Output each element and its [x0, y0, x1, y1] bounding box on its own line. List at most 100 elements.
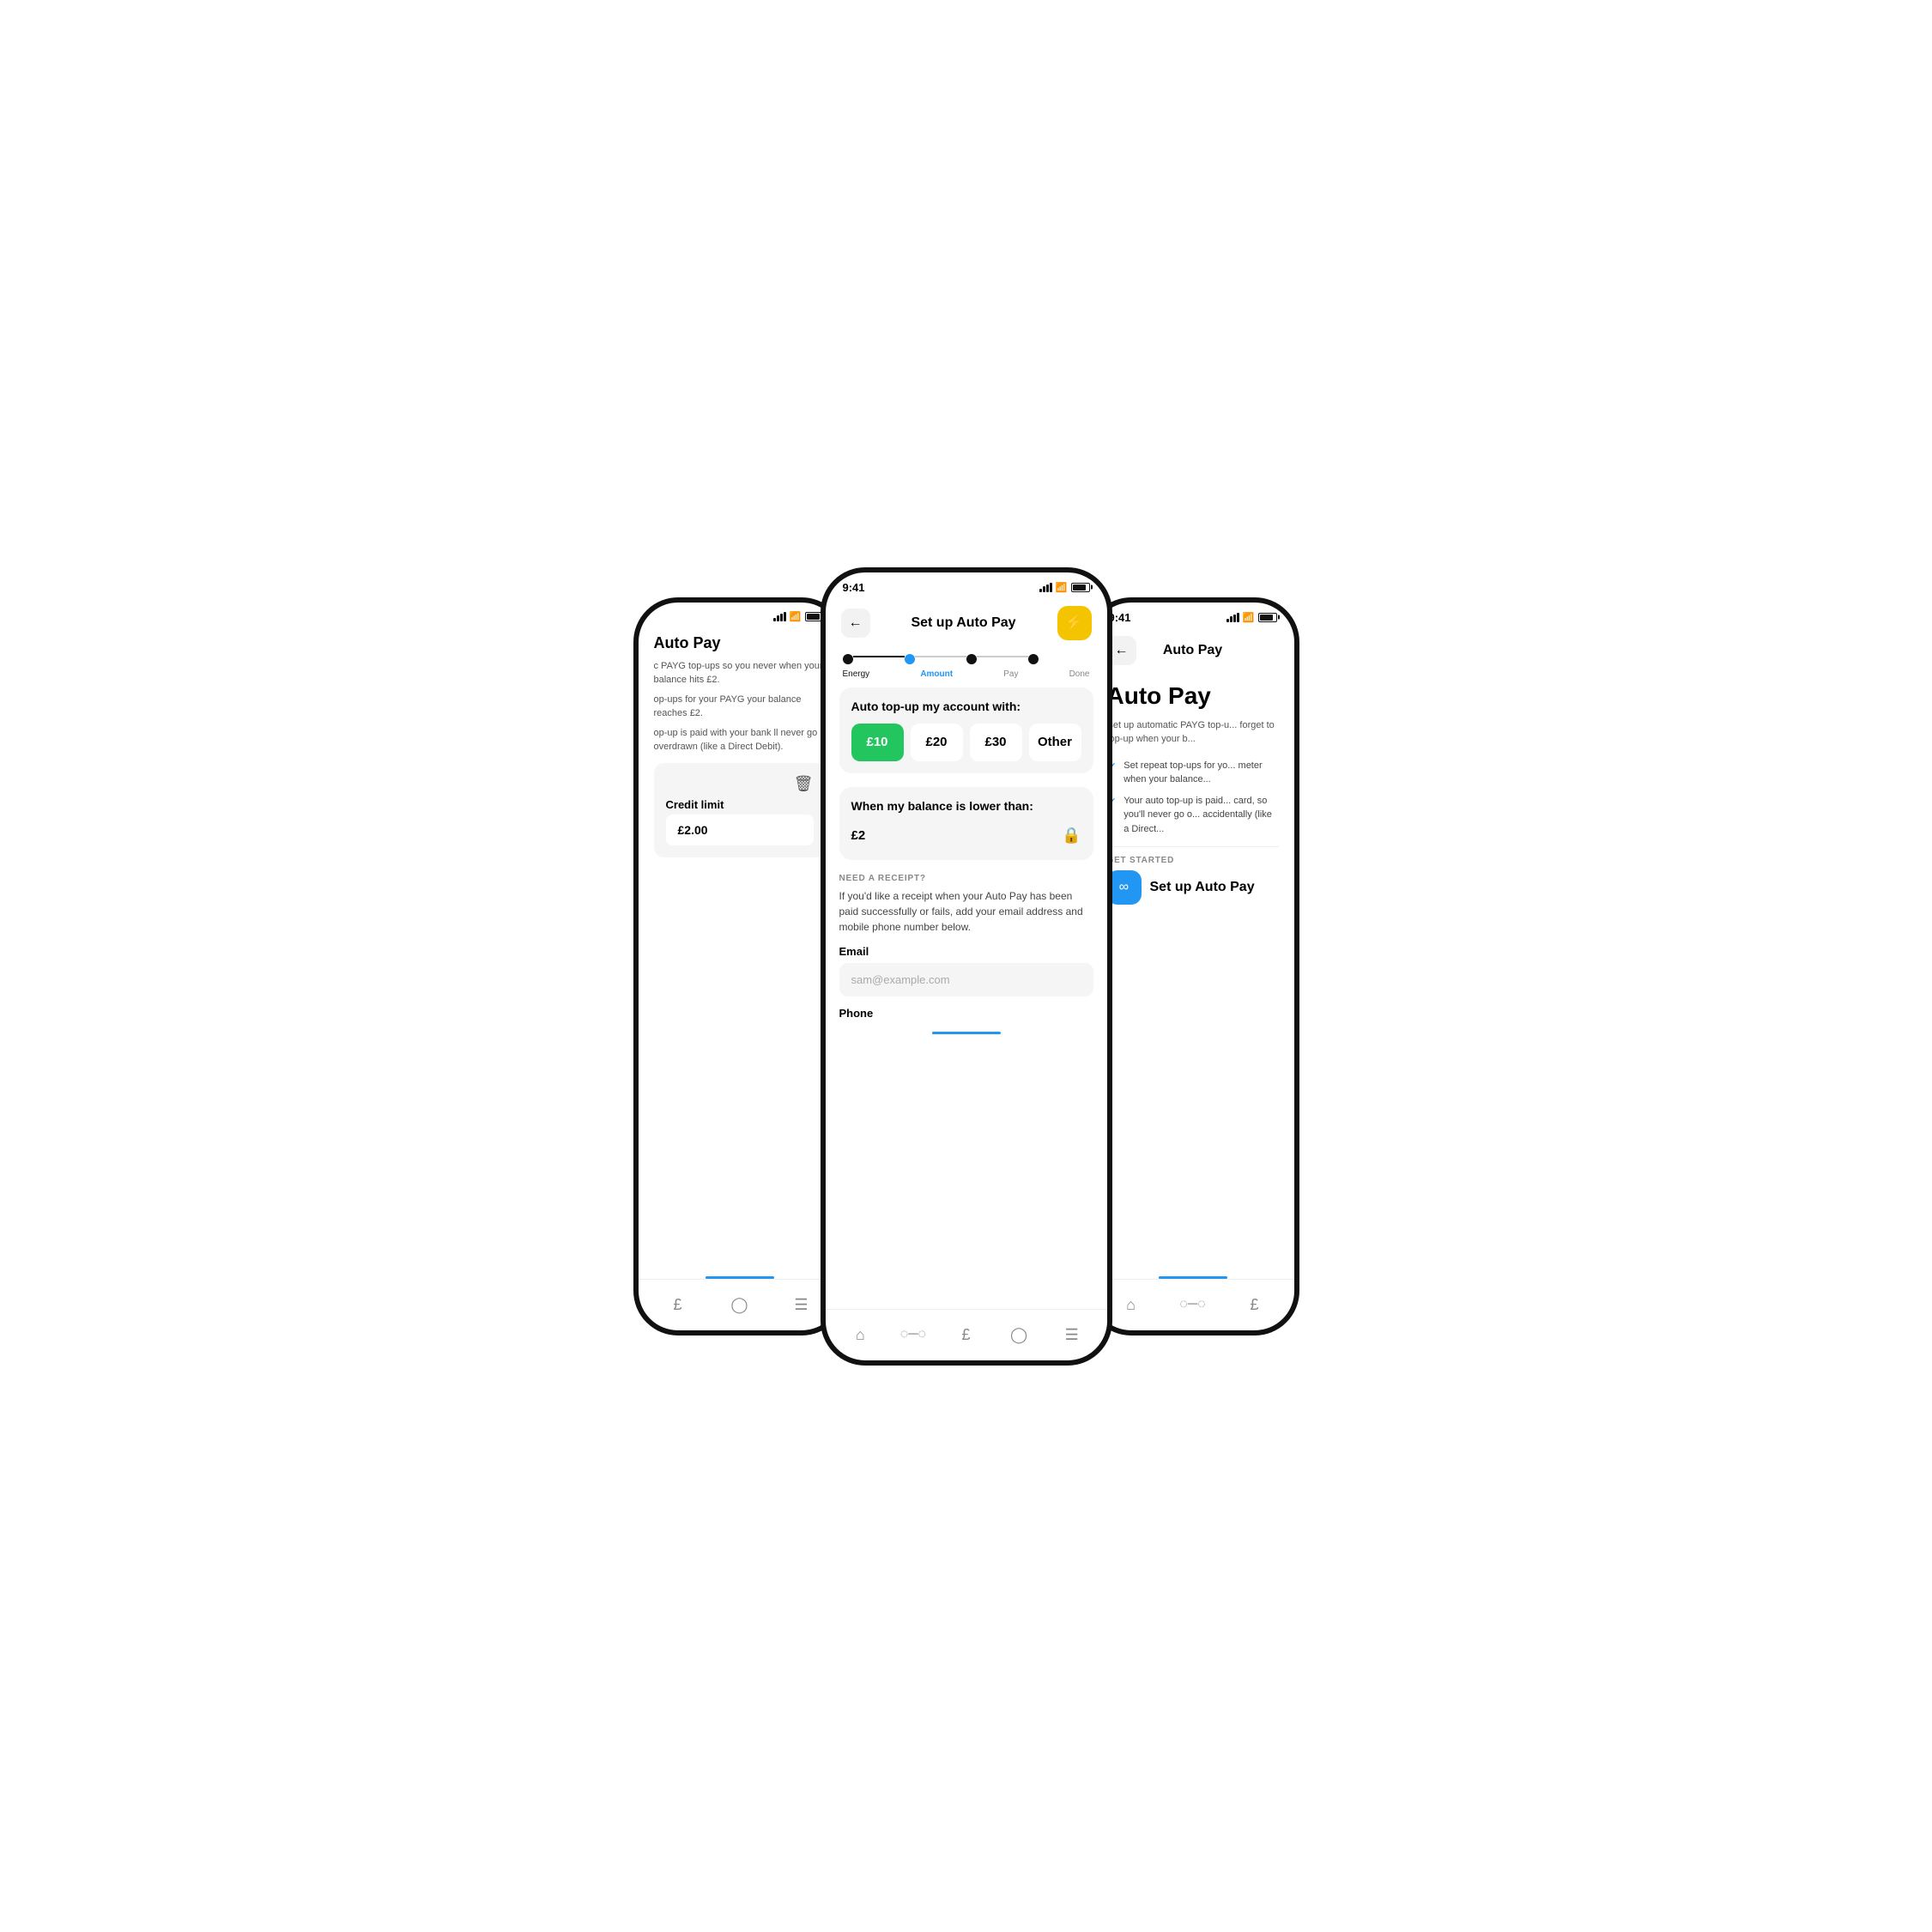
nav-item-help[interactable]: ◯	[724, 1296, 755, 1314]
amount-btn-10[interactable]: £10	[851, 724, 904, 761]
status-icons-right: 📶	[1226, 612, 1277, 623]
balance-value: £2	[851, 828, 866, 843]
nav-payment-right[interactable]: £	[1239, 1296, 1270, 1314]
bottom-nav-right: ⌂ ◌─◌ £	[1092, 1279, 1294, 1330]
wifi-icon-right: 📶	[1243, 612, 1255, 623]
step-line-1	[853, 656, 905, 657]
step-line-2	[915, 656, 966, 657]
phone-right: 9:41 📶 ← Auto Pay Auto Pay Set up automa…	[1087, 597, 1299, 1335]
back-arrow-mid: ←	[849, 615, 863, 631]
right-phone-content: Auto Pay Set up automatic PAYG top-u... …	[1092, 674, 1294, 1276]
check-item-1: ✓ Set repeat top-ups for yo... meter whe…	[1107, 759, 1279, 787]
status-icons-mid: 📶	[1039, 582, 1090, 593]
signal-icon	[773, 612, 786, 621]
step-label-amount: Amount	[920, 669, 953, 679]
signal-icon-right	[1226, 613, 1239, 622]
topup-amount-card: Auto top-up my account with: £10 £20 £30…	[839, 687, 1093, 773]
amount-buttons: £10 £20 £30 Other	[851, 724, 1081, 761]
status-bar-left: 📶	[639, 603, 841, 626]
left-text3: op-up is paid with your bank ll never go…	[654, 726, 826, 754]
help-icon: ◯	[730, 1296, 748, 1314]
get-started-label: GET STARTED	[1107, 846, 1279, 865]
infinity-icon: ∞	[1107, 870, 1142, 905]
status-icons-left: 📶	[773, 611, 824, 622]
trash-icon[interactable]: 🗑	[794, 775, 814, 793]
lightning-icon: ⚡	[1064, 614, 1083, 632]
nav-activity[interactable]: ◌─◌	[898, 1327, 929, 1342]
setup-btn-label: Set up Auto Pay	[1150, 880, 1255, 895]
nav-home-right[interactable]: ⌂	[1116, 1296, 1147, 1314]
wifi-icon: 📶	[790, 611, 802, 622]
credit-card: 🗑 Credit limit £2.00	[654, 763, 826, 857]
step-label-done: Done	[1069, 669, 1090, 679]
payment-icon: £	[673, 1296, 681, 1314]
nav-bar-mid	[932, 1032, 1001, 1034]
battery-icon-mid	[1071, 583, 1090, 592]
credit-value: £2.00	[666, 815, 814, 845]
status-bar-right: 9:41 📶	[1092, 603, 1294, 627]
signal-icon-mid	[1039, 583, 1052, 592]
battery-icon-right	[1258, 613, 1277, 622]
bottom-nav-mid: ⌂ ◌─◌ £ ◯ ☰	[826, 1309, 1107, 1360]
status-bar-mid: 9:41 📶	[826, 572, 1107, 597]
steps-labels: Energy Amount Pay Done	[843, 666, 1090, 679]
check-text-2: Your auto top-up is paid... card, so you…	[1123, 794, 1278, 837]
amount-btn-30[interactable]: £30	[970, 724, 1022, 761]
header-title-right: Auto Pay	[1163, 643, 1222, 658]
back-button-mid[interactable]: ←	[841, 609, 870, 638]
back-arrow-right: ←	[1115, 643, 1129, 658]
phone-left: 📶 Auto Pay c PAYG top-ups so you never w…	[633, 597, 846, 1335]
activity-icon: ◌─◌	[900, 1327, 926, 1342]
left-title: Auto Pay	[654, 634, 826, 652]
phone-mid: 9:41 📶 ← Set up Auto Pay ⚡	[821, 567, 1112, 1366]
check-item-2: ✓ Your auto top-up is paid... card, so y…	[1107, 794, 1279, 837]
step-label-energy: Energy	[843, 669, 870, 679]
nav-activity-right[interactable]: ◌─◌	[1178, 1297, 1208, 1312]
steps-dots	[843, 654, 1090, 664]
help-icon-mid: ◯	[1010, 1326, 1027, 1344]
step-dot-pay	[966, 654, 977, 664]
nav-home[interactable]: ⌂	[845, 1326, 875, 1344]
amount-btn-20[interactable]: £20	[911, 724, 963, 761]
auto-pay-desc: Set up automatic PAYG top-u... forget to…	[1107, 718, 1279, 747]
nav-help2[interactable]: ◯	[1003, 1326, 1034, 1344]
app-header-right: ← Auto Pay	[1092, 627, 1294, 674]
nav-payment2[interactable]: £	[950, 1326, 981, 1344]
balance-card-title: When my balance is lower than:	[851, 799, 1081, 813]
step-dot-energy	[843, 654, 853, 664]
step-label-pay: Pay	[1003, 669, 1018, 679]
phone-label: Phone	[839, 1007, 1093, 1020]
phone-group: Phone	[826, 1003, 1107, 1032]
menu-icon-mid: ☰	[1065, 1326, 1079, 1344]
left-text2: op-ups for your PAYG your balance reache…	[654, 693, 826, 721]
nav-item-menu[interactable]: ☰	[786, 1296, 817, 1314]
activity-icon-right: ◌─◌	[1179, 1297, 1205, 1312]
balance-row: £2 🔒	[851, 823, 1081, 848]
email-group: Email sam@example.com	[826, 942, 1107, 1003]
step-dot-amount	[905, 654, 915, 664]
app-header-mid: ← Set up Auto Pay ⚡	[826, 597, 1107, 649]
left-text1: c PAYG top-ups so you never when your ba…	[654, 659, 826, 687]
step-line-3	[977, 656, 1028, 657]
time-mid: 9:41	[843, 581, 865, 594]
receipt-label: NEED A RECEIPT?	[826, 867, 1107, 885]
nav-menu2[interactable]: ☰	[1057, 1326, 1087, 1344]
check-text-1: Set repeat top-ups for yo... meter when …	[1123, 759, 1278, 787]
receipt-text: If you'd like a receipt when your Auto P…	[826, 885, 1107, 942]
payment-icon-right: £	[1250, 1296, 1258, 1314]
lightning-button[interactable]: ⚡	[1057, 606, 1092, 640]
lock-icon: 🔒	[1062, 827, 1081, 845]
header-title-mid: Set up Auto Pay	[911, 615, 1015, 631]
nav-item-payment[interactable]: £	[663, 1296, 693, 1314]
balance-card: When my balance is lower than: £2 🔒	[839, 787, 1093, 860]
wifi-icon-mid: 📶	[1056, 582, 1068, 593]
amount-btn-other[interactable]: Other	[1029, 724, 1081, 761]
email-placeholder: sam@example.com	[839, 963, 1093, 996]
step-dot-done	[1028, 654, 1039, 664]
auto-pay-title: Auto Pay	[1107, 682, 1279, 710]
setup-auto-pay-button[interactable]: ∞ Set up Auto Pay	[1107, 870, 1279, 905]
topup-card-title: Auto top-up my account with:	[851, 700, 1081, 713]
home-icon: ⌂	[856, 1326, 865, 1344]
scene: 📶 Auto Pay c PAYG top-ups so you never w…	[512, 512, 1421, 1421]
left-phone-content: Auto Pay c PAYG top-ups so you never whe…	[639, 626, 841, 1330]
